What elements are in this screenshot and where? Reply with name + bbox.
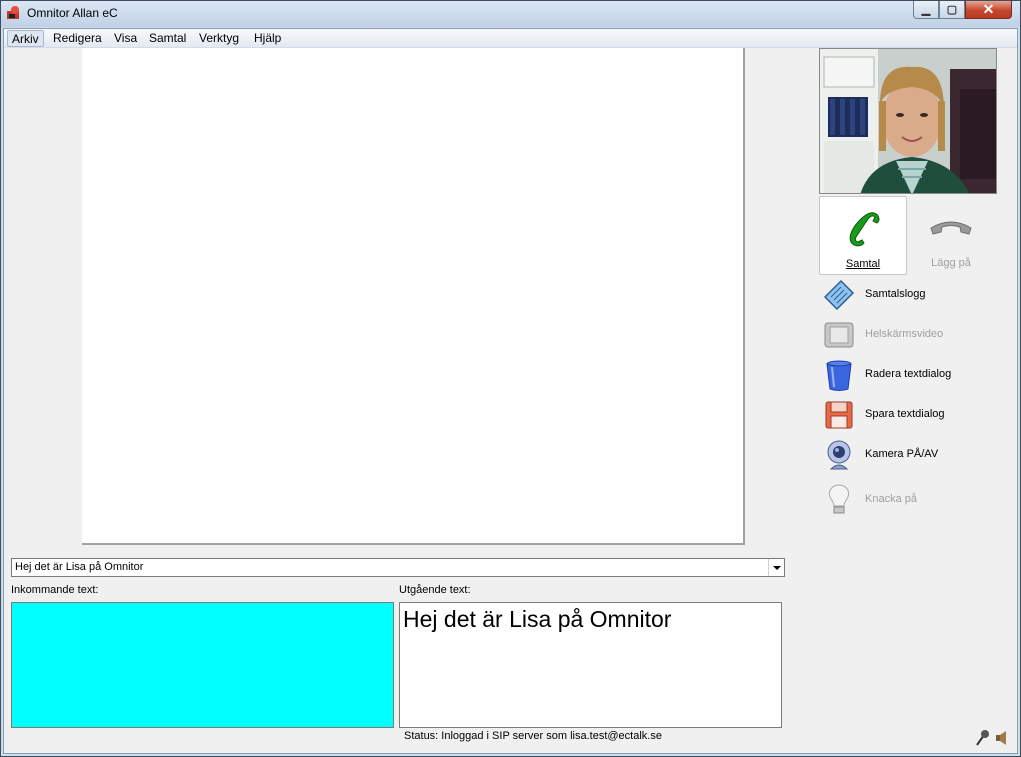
camera-toggle-button[interactable]: Kamera PÅ/AV: [821, 437, 1011, 473]
call-button[interactable]: Samtal: [819, 196, 907, 275]
knock-label: Knacka på: [865, 493, 917, 505]
app-window: Omnitor Allan eC ▁ ▢ ✕ Arkiv Redigera Vi…: [0, 0, 1021, 757]
knock-button[interactable]: Knacka på: [821, 482, 1011, 518]
call-log-button[interactable]: Samtalslogg: [821, 277, 1011, 313]
menu-samtal[interactable]: Samtal: [145, 30, 190, 47]
monitor-icon: [824, 322, 854, 348]
title-bar[interactable]: Omnitor Allan eC ▁ ▢ ✕: [1, 1, 1020, 27]
phone-hangup-icon: [930, 221, 972, 235]
minimize-icon: ▁: [921, 4, 931, 16]
lightbulb-icon: [828, 484, 850, 514]
app-logo-icon: [7, 6, 19, 19]
video-preview: [819, 48, 997, 194]
outgoing-label: Utgående text:: [399, 584, 471, 596]
floppy-disk-icon: [825, 401, 853, 429]
combobox-value: Hej det är Lisa på Omnitor: [15, 561, 144, 573]
close-button[interactable]: ✕: [965, 1, 1012, 19]
fullscreen-video-label: Helskärmsvideo: [865, 328, 944, 340]
status-text: Status: Inloggad i SIP server som lisa.t…: [404, 730, 662, 742]
call-button-label: Samtal: [845, 258, 881, 270]
menu-hjalp[interactable]: Hjälp: [250, 30, 285, 47]
hangup-button-label: Lägg på: [931, 257, 971, 269]
webcam-icon: [827, 440, 851, 470]
clear-dialog-button[interactable]: Radera textdialog: [821, 357, 1011, 393]
trash-bin-icon: [826, 360, 852, 391]
call-log-label: Samtalslogg: [865, 288, 926, 300]
menu-redigera[interactable]: Redigera: [49, 30, 106, 47]
speaker-icon[interactable]: [994, 729, 1010, 747]
maximize-button[interactable]: ▢: [939, 1, 965, 19]
video-image: [820, 49, 996, 193]
client-area: Arkiv Redigera Visa Samtal Verktyg Hjälp…: [3, 28, 1018, 754]
hangup-button[interactable]: Lägg på: [907, 196, 995, 275]
audio-controls: [974, 729, 1014, 749]
save-dialog-button[interactable]: Spara textdialog: [821, 397, 1011, 433]
menu-verktyg[interactable]: Verktyg: [195, 30, 243, 47]
save-dialog-label: Spara textdialog: [865, 408, 945, 420]
minimize-button[interactable]: ▁: [913, 1, 939, 19]
combobox-dropdown-button[interactable]: [768, 559, 784, 576]
window-title: Omnitor Allan eC: [27, 6, 118, 20]
outgoing-text-box[interactable]: Hej det är Lisa på Omnitor: [399, 602, 782, 728]
phrase-combobox[interactable]: Hej det är Lisa på Omnitor: [11, 558, 785, 577]
outgoing-text: Hej det är Lisa på Omnitor: [403, 606, 672, 632]
incoming-label: Inkommande text:: [11, 584, 99, 596]
chevron-down-icon: [772, 565, 781, 570]
fullscreen-video-button[interactable]: Helskärmsvideo: [821, 317, 1011, 353]
camera-toggle-label: Kamera PÅ/AV: [865, 448, 939, 460]
microphone-icon[interactable]: [974, 729, 990, 747]
menu-arkiv[interactable]: Arkiv: [7, 30, 44, 47]
maximize-icon: ▢: [946, 4, 958, 16]
phone-green-icon: [849, 212, 880, 247]
close-icon: ✕: [982, 1, 995, 17]
clear-dialog-label: Radera textdialog: [865, 368, 952, 380]
incoming-text-box[interactable]: [11, 602, 394, 728]
conversation-area[interactable]: [82, 48, 745, 545]
notepad-icon: [823, 279, 855, 311]
menu-visa[interactable]: Visa: [110, 30, 141, 47]
menu-bar: Arkiv Redigera Visa Samtal Verktyg Hjälp: [4, 29, 1017, 48]
